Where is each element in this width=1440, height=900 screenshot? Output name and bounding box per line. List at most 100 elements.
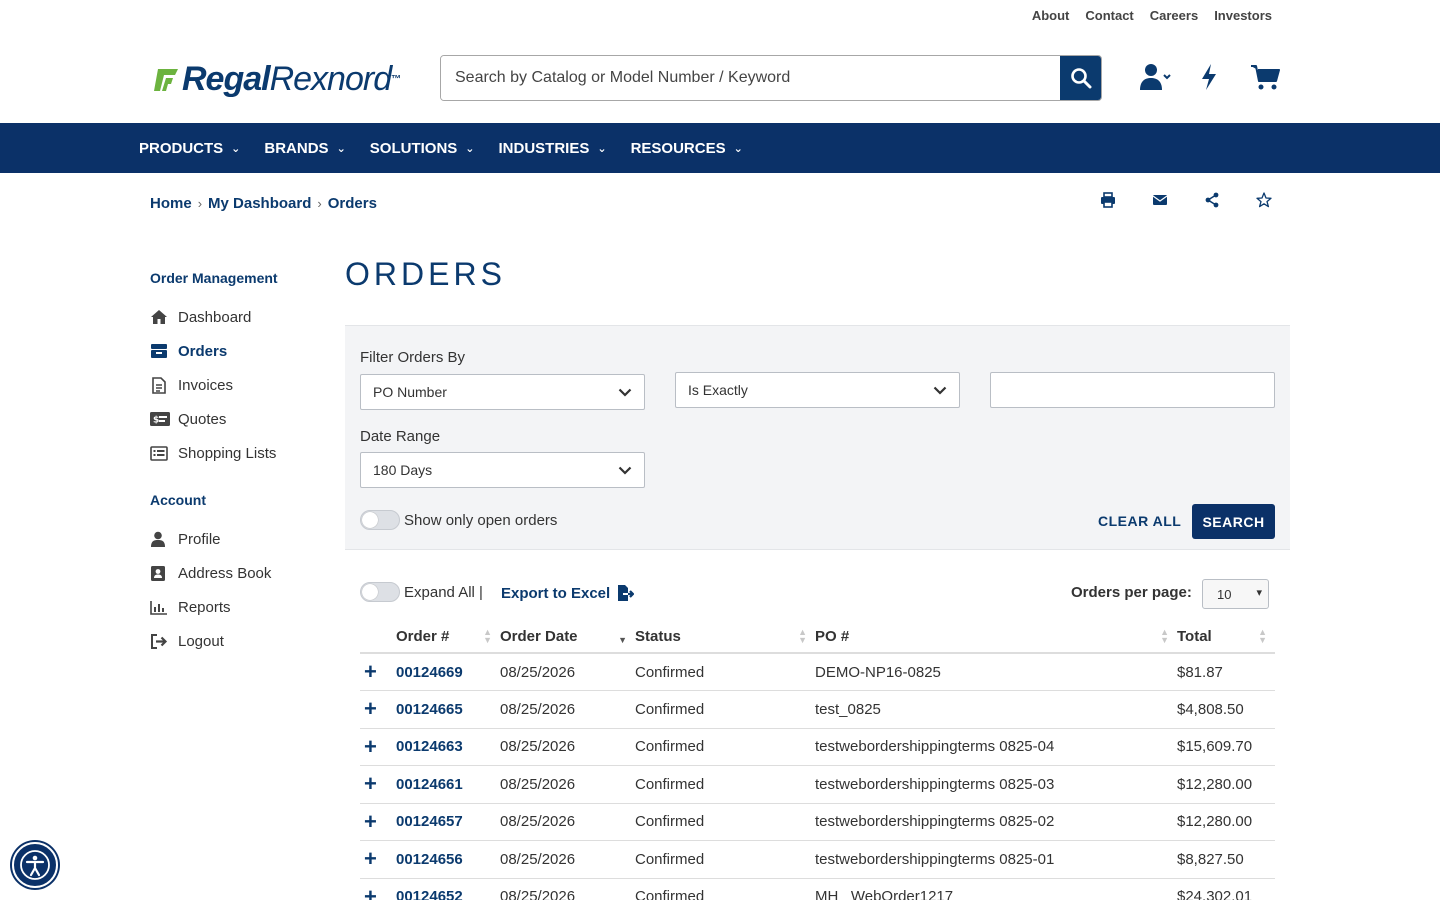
filter-field-select[interactable]: PO Number [360, 374, 645, 410]
expand-all-label: Expand All | [404, 584, 483, 601]
bar-chart-icon [150, 600, 178, 615]
quick-order-button[interactable] [1199, 62, 1219, 97]
column-label: Order Date [500, 627, 578, 645]
address-book-icon [150, 565, 178, 582]
accessibility-icon [20, 850, 50, 880]
filter-value-input[interactable] [990, 372, 1275, 408]
star-icon [1256, 192, 1272, 208]
expand-row-button[interactable]: + [360, 690, 396, 729]
breadcrumb-home[interactable]: Home [150, 195, 192, 212]
accessibility-button[interactable] [12, 842, 58, 888]
print-button[interactable] [1100, 192, 1152, 208]
status-cell: Confirmed [635, 878, 815, 900]
expand-row-button[interactable]: + [360, 803, 396, 841]
order-number-link[interactable]: 00124656 [396, 840, 500, 879]
expand-row-button[interactable]: + [360, 653, 396, 691]
po-number-cell: test_0825 [815, 690, 1177, 729]
sidebar-item-quotes[interactable]: $ Quotes [150, 402, 330, 436]
contact-link[interactable]: Contact [1085, 8, 1133, 23]
column-header-total[interactable]: Total ▲ ▼ [1177, 620, 1275, 654]
email-button[interactable] [1152, 192, 1204, 208]
share-button[interactable] [1204, 192, 1256, 208]
order-number-link[interactable]: 00124669 [396, 653, 500, 691]
nav-industries[interactable]: INDUSTRIES ⌄ [499, 140, 607, 157]
sidebar-item-address-book[interactable]: Address Book [150, 556, 330, 590]
search-orders-button[interactable]: SEARCH [1192, 504, 1275, 539]
sidebar-item-reports[interactable]: Reports [150, 590, 330, 624]
page-title: ORDERS [345, 256, 506, 292]
order-number-link[interactable]: 00124665 [396, 690, 500, 729]
sidebar-item-logout[interactable]: Logout [150, 624, 330, 658]
sidebar-item-invoices[interactable]: Invoices [150, 368, 330, 402]
order-number-link[interactable]: 00124661 [396, 765, 500, 804]
careers-link[interactable]: Careers [1150, 8, 1198, 23]
status-cell: Confirmed [635, 728, 815, 766]
breadcrumb: Home › My Dashboard › Orders [150, 195, 377, 212]
expand-row-button[interactable]: + [360, 840, 396, 879]
sort-desc-icon: ▼ [618, 635, 627, 645]
export-excel-link[interactable]: Export to Excel [501, 584, 635, 602]
cart-button[interactable] [1250, 62, 1280, 97]
account-menu-button[interactable] [1139, 62, 1173, 97]
favorite-button[interactable] [1256, 192, 1308, 208]
select-arrows-icon: ▾ [1256, 587, 1262, 599]
about-link[interactable]: About [1032, 8, 1070, 23]
regal-rexnord-logo[interactable]: Regal Rexnord ™ [152, 60, 401, 99]
sidebar-item-label: Shopping Lists [178, 444, 277, 462]
orders-table: Order # ▲ ▼ Order Date ▼ Status ▲ ▼ PO # ▲ ▼ To… [360, 620, 1275, 900]
expand-row-button[interactable]: + [360, 728, 396, 766]
table-row: + 00124657 08/25/2026 Confirmed testwebo… [360, 803, 1275, 841]
open-orders-toggle[interactable] [360, 510, 400, 530]
expand-row-button[interactable]: + [360, 765, 396, 804]
po-number-cell: testwebordershippingterms 0825-01 [815, 840, 1177, 879]
date-range-select[interactable]: 180 Days [360, 452, 645, 488]
total-cell: $4,808.50 [1177, 690, 1275, 729]
sort-icon: ▲ ▼ [1160, 627, 1169, 645]
breadcrumb-dashboard[interactable]: My Dashboard [208, 195, 311, 212]
clear-all-button[interactable]: CLEAR ALL [1098, 513, 1181, 529]
order-date-cell: 08/25/2026 [500, 653, 635, 691]
account-section: Account Profile Address Book Reports Log… [150, 492, 330, 658]
order-number-link[interactable]: 00124663 [396, 728, 500, 766]
orders-per-page-label: Orders per page: [1071, 584, 1192, 601]
investors-link[interactable]: Investors [1214, 8, 1272, 23]
nav-label: INDUSTRIES [498, 139, 590, 157]
nav-solutions[interactable]: SOLUTIONS ⌄ [370, 140, 475, 157]
order-number-link[interactable]: 00124652 [396, 878, 500, 900]
sidebar-item-label: Invoices [178, 376, 234, 394]
table-row: + 00124663 08/25/2026 Confirmed testwebo… [360, 728, 1275, 766]
search-button[interactable] [1060, 56, 1101, 100]
column-header-order-date[interactable]: Order Date ▼ [500, 620, 635, 654]
column-header-order-number[interactable]: Order # ▲ ▼ [396, 620, 500, 654]
order-date-cell: 08/25/2026 [500, 878, 635, 900]
order-date-cell: 08/25/2026 [500, 690, 635, 729]
sidebar-item-shopping-lists[interactable]: Shopping Lists [150, 436, 330, 470]
nav-products[interactable]: PRODUCTS ⌄ [139, 140, 240, 157]
expand-all-toggle[interactable] [360, 582, 400, 602]
svg-text:$: $ [153, 416, 159, 426]
status-cell: Confirmed [635, 653, 815, 691]
sidebar-item-label: Dashboard [178, 308, 252, 326]
sidebar-item-dashboard[interactable]: Dashboard [150, 300, 330, 334]
print-icon [1101, 192, 1115, 208]
filter-operator-select[interactable]: Is Exactly [675, 372, 960, 408]
order-number-link[interactable]: 00124657 [396, 803, 500, 841]
nav-resources[interactable]: RESOURCES ⌄ [631, 140, 743, 157]
column-header-po-number[interactable]: PO # ▲ ▼ [815, 620, 1177, 654]
chevron-right-icon: › [317, 196, 322, 211]
logo-mark-icon [154, 68, 178, 91]
total-cell: $81.87 [1177, 653, 1275, 691]
nav-brands[interactable]: BRANDS ⌄ [264, 140, 345, 157]
status-cell: Confirmed [635, 840, 815, 879]
status-cell: Confirmed [635, 765, 815, 804]
sidebar-item-orders[interactable]: Orders [150, 334, 330, 368]
expand-row-button[interactable]: + [360, 878, 396, 900]
orders-per-page-select[interactable]: 10 ▾ [1202, 579, 1269, 609]
order-date-cell: 08/25/2026 [500, 803, 635, 841]
sidebar-item-label: Reports [178, 598, 231, 616]
total-cell: $12,280.00 [1177, 765, 1275, 804]
search-input[interactable] [441, 56, 1060, 100]
column-header-status[interactable]: Status ▲ ▼ [635, 620, 815, 654]
sidebar-item-profile[interactable]: Profile [150, 522, 330, 556]
table-header-row: Order # ▲ ▼ Order Date ▼ Status ▲ ▼ PO # ▲ ▼ To… [360, 620, 1275, 654]
